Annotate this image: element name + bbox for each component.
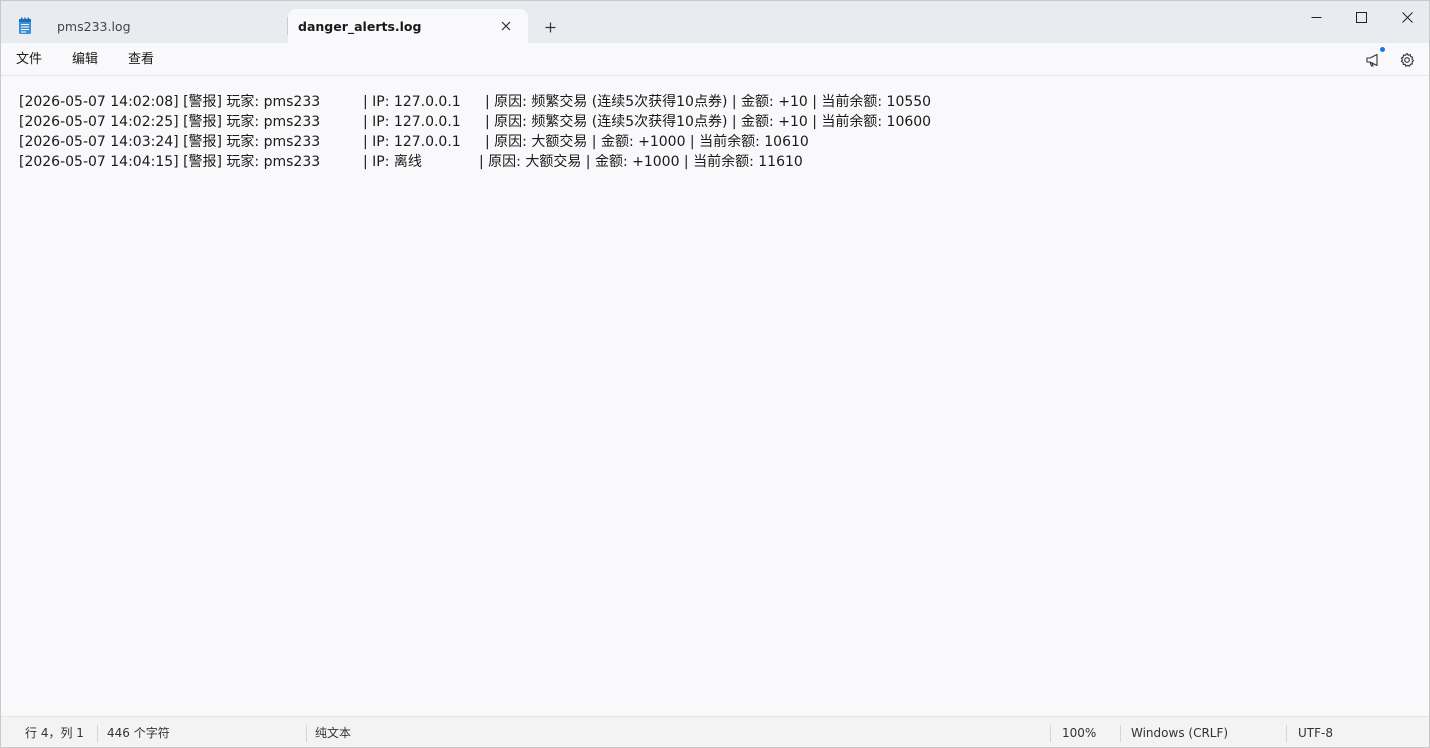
maximize-icon[interactable] — [1338, 1, 1384, 33]
status-separator — [97, 725, 98, 742]
notepad-icon — [17, 17, 33, 35]
title-bar: pms233.log danger_alerts.log — [1, 1, 1429, 43]
zoom-level[interactable]: 100% — [1062, 717, 1096, 747]
close-icon[interactable] — [498, 18, 514, 34]
notification-dot — [1380, 47, 1385, 52]
line-prefix: [2026-05-07 14:02:08] [警报] 玩家: pms233 — [19, 94, 321, 110]
encoding[interactable]: UTF-8 — [1298, 717, 1333, 747]
status-separator — [1050, 725, 1051, 742]
window-close-icon[interactable] — [1384, 1, 1429, 33]
status-separator — [306, 725, 307, 742]
text-line: [2026-05-07 14:04:15] [警报] 玩家: pms233 | I… — [19, 152, 1411, 172]
text-format[interactable]: 纯文本 — [315, 717, 351, 747]
text-line: [2026-05-07 14:03:24] [警报] 玩家: pms233 | I… — [19, 132, 1411, 152]
line-rest: | 原因: 大额交易 | 金额: +1000 | 当前余额: 10610 — [485, 134, 809, 150]
menu-file[interactable]: 文件 — [16, 43, 42, 76]
line-ending[interactable]: Windows (CRLF) — [1131, 717, 1228, 747]
text-line: [2026-05-07 14:02:25] [警报] 玩家: pms233 | I… — [19, 112, 1411, 132]
menu-view[interactable]: 查看 — [128, 43, 154, 76]
megaphone-icon[interactable] — [1363, 50, 1383, 70]
line-prefix: [2026-05-07 14:04:15] [警报] 玩家: pms233 — [19, 154, 321, 170]
line-rest: | 原因: 大额交易 | 金额: +1000 | 当前余额: 11610 — [479, 154, 803, 170]
line-ip: | IP: 127.0.0.1 — [363, 114, 461, 130]
minimize-icon[interactable] — [1293, 1, 1339, 33]
line-ip: | IP: 127.0.0.1 — [363, 134, 461, 150]
text-editor[interactable]: [2026-05-07 14:02:08] [警报] 玩家: pms233 | I… — [1, 77, 1429, 716]
menu-bar: 文件 编辑 查看 — [1, 43, 1429, 76]
text-line: [2026-05-07 14:02:08] [警报] 玩家: pms233 | I… — [19, 92, 1411, 112]
line-prefix: [2026-05-07 14:03:24] [警报] 玩家: pms233 — [19, 134, 321, 150]
tab-danger-alerts-log[interactable]: danger_alerts.log — [288, 9, 528, 43]
notepad-window: pms233.log danger_alerts.log 文件 编辑 查看 [2… — [0, 0, 1430, 748]
line-prefix: [2026-05-07 14:02:25] [警报] 玩家: pms233 — [19, 114, 321, 130]
line-ip: | IP: 离线 — [363, 154, 422, 170]
status-separator — [1120, 725, 1121, 742]
line-rest: | 原因: 频繁交易 (连续5次获得10点券) | 金额: +10 | 当前余额… — [485, 114, 932, 130]
status-separator — [1286, 725, 1287, 742]
line-rest: | 原因: 频繁交易 (连续5次获得10点券) | 金额: +10 | 当前余额… — [485, 94, 932, 110]
tab-pms233-log[interactable]: pms233.log — [43, 9, 288, 43]
tab-label: pms233.log — [57, 18, 131, 34]
gear-icon[interactable] — [1397, 50, 1417, 70]
cursor-position[interactable]: 行 4，列 1 — [25, 717, 84, 747]
status-bar: 行 4，列 1 446 个字符 纯文本 100% Windows (CRLF) … — [1, 716, 1429, 747]
plus-icon[interactable] — [540, 17, 560, 37]
line-ip: | IP: 127.0.0.1 — [363, 94, 461, 110]
char-count: 446 个字符 — [107, 726, 170, 740]
menu-edit[interactable]: 编辑 — [72, 43, 98, 76]
tab-label: danger_alerts.log — [298, 18, 422, 34]
